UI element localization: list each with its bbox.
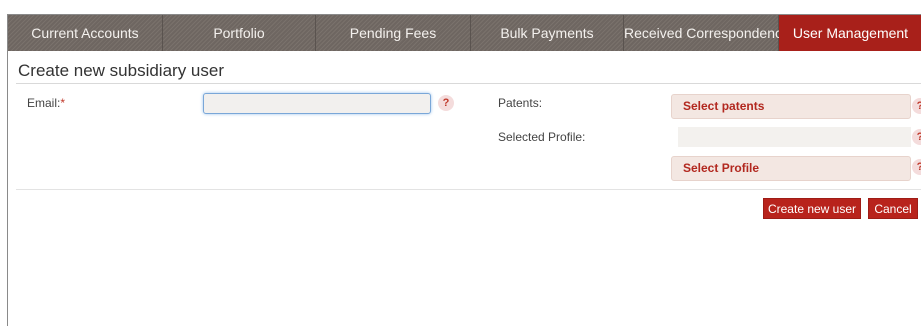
tab-pending-fees[interactable]: Pending Fees (316, 15, 471, 51)
selected-profile-help-icon[interactable]: ? (912, 129, 921, 145)
email-help-icon[interactable]: ? (438, 95, 454, 111)
tab-received-correspondence[interactable]: Received Correspondence (624, 15, 790, 51)
tab-user-management[interactable]: User Management (779, 15, 921, 51)
main-tab-bar: Current Accounts Portfolio Pending Fees … (8, 15, 921, 51)
selected-profile-field (678, 127, 911, 147)
email-label-group: Email:* (27, 96, 65, 110)
page-title: Create new subsidiary user (18, 61, 224, 80)
select-patents-button[interactable]: Select patents (671, 94, 911, 119)
selected-profile-label: Selected Profile: (498, 130, 586, 144)
cancel-button[interactable]: Cancel (868, 198, 918, 219)
create-new-user-button[interactable]: Create new user (763, 198, 861, 219)
form-divider (16, 189, 921, 190)
select-profile-button[interactable]: Select Profile (671, 156, 911, 181)
title-divider (16, 83, 921, 84)
required-marker: * (60, 96, 66, 110)
email-field[interactable] (203, 93, 431, 114)
tab-current-accounts[interactable]: Current Accounts (8, 15, 163, 51)
patents-help-icon[interactable]: ? (912, 98, 921, 114)
app-frame: Current Accounts Portfolio Pending Fees … (7, 14, 921, 326)
email-label: Email: (27, 96, 61, 110)
patents-label: Patents: (498, 96, 543, 110)
profile-help-icon[interactable]: ? (912, 159, 921, 175)
tab-bulk-payments[interactable]: Bulk Payments (471, 15, 624, 51)
tab-portfolio[interactable]: Portfolio (163, 15, 316, 51)
